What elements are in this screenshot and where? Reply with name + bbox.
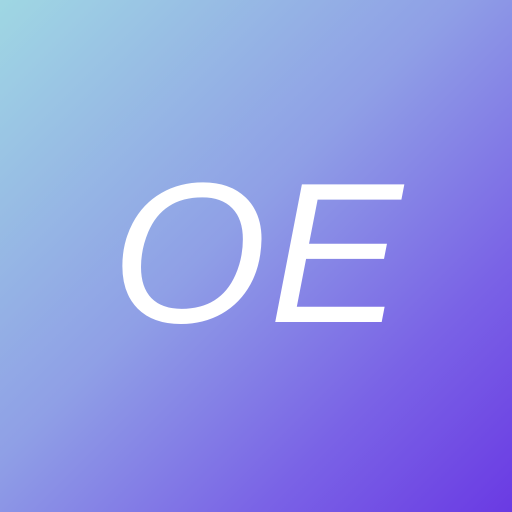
avatar: OE: [0, 0, 512, 512]
avatar-initials: OE: [111, 142, 405, 365]
